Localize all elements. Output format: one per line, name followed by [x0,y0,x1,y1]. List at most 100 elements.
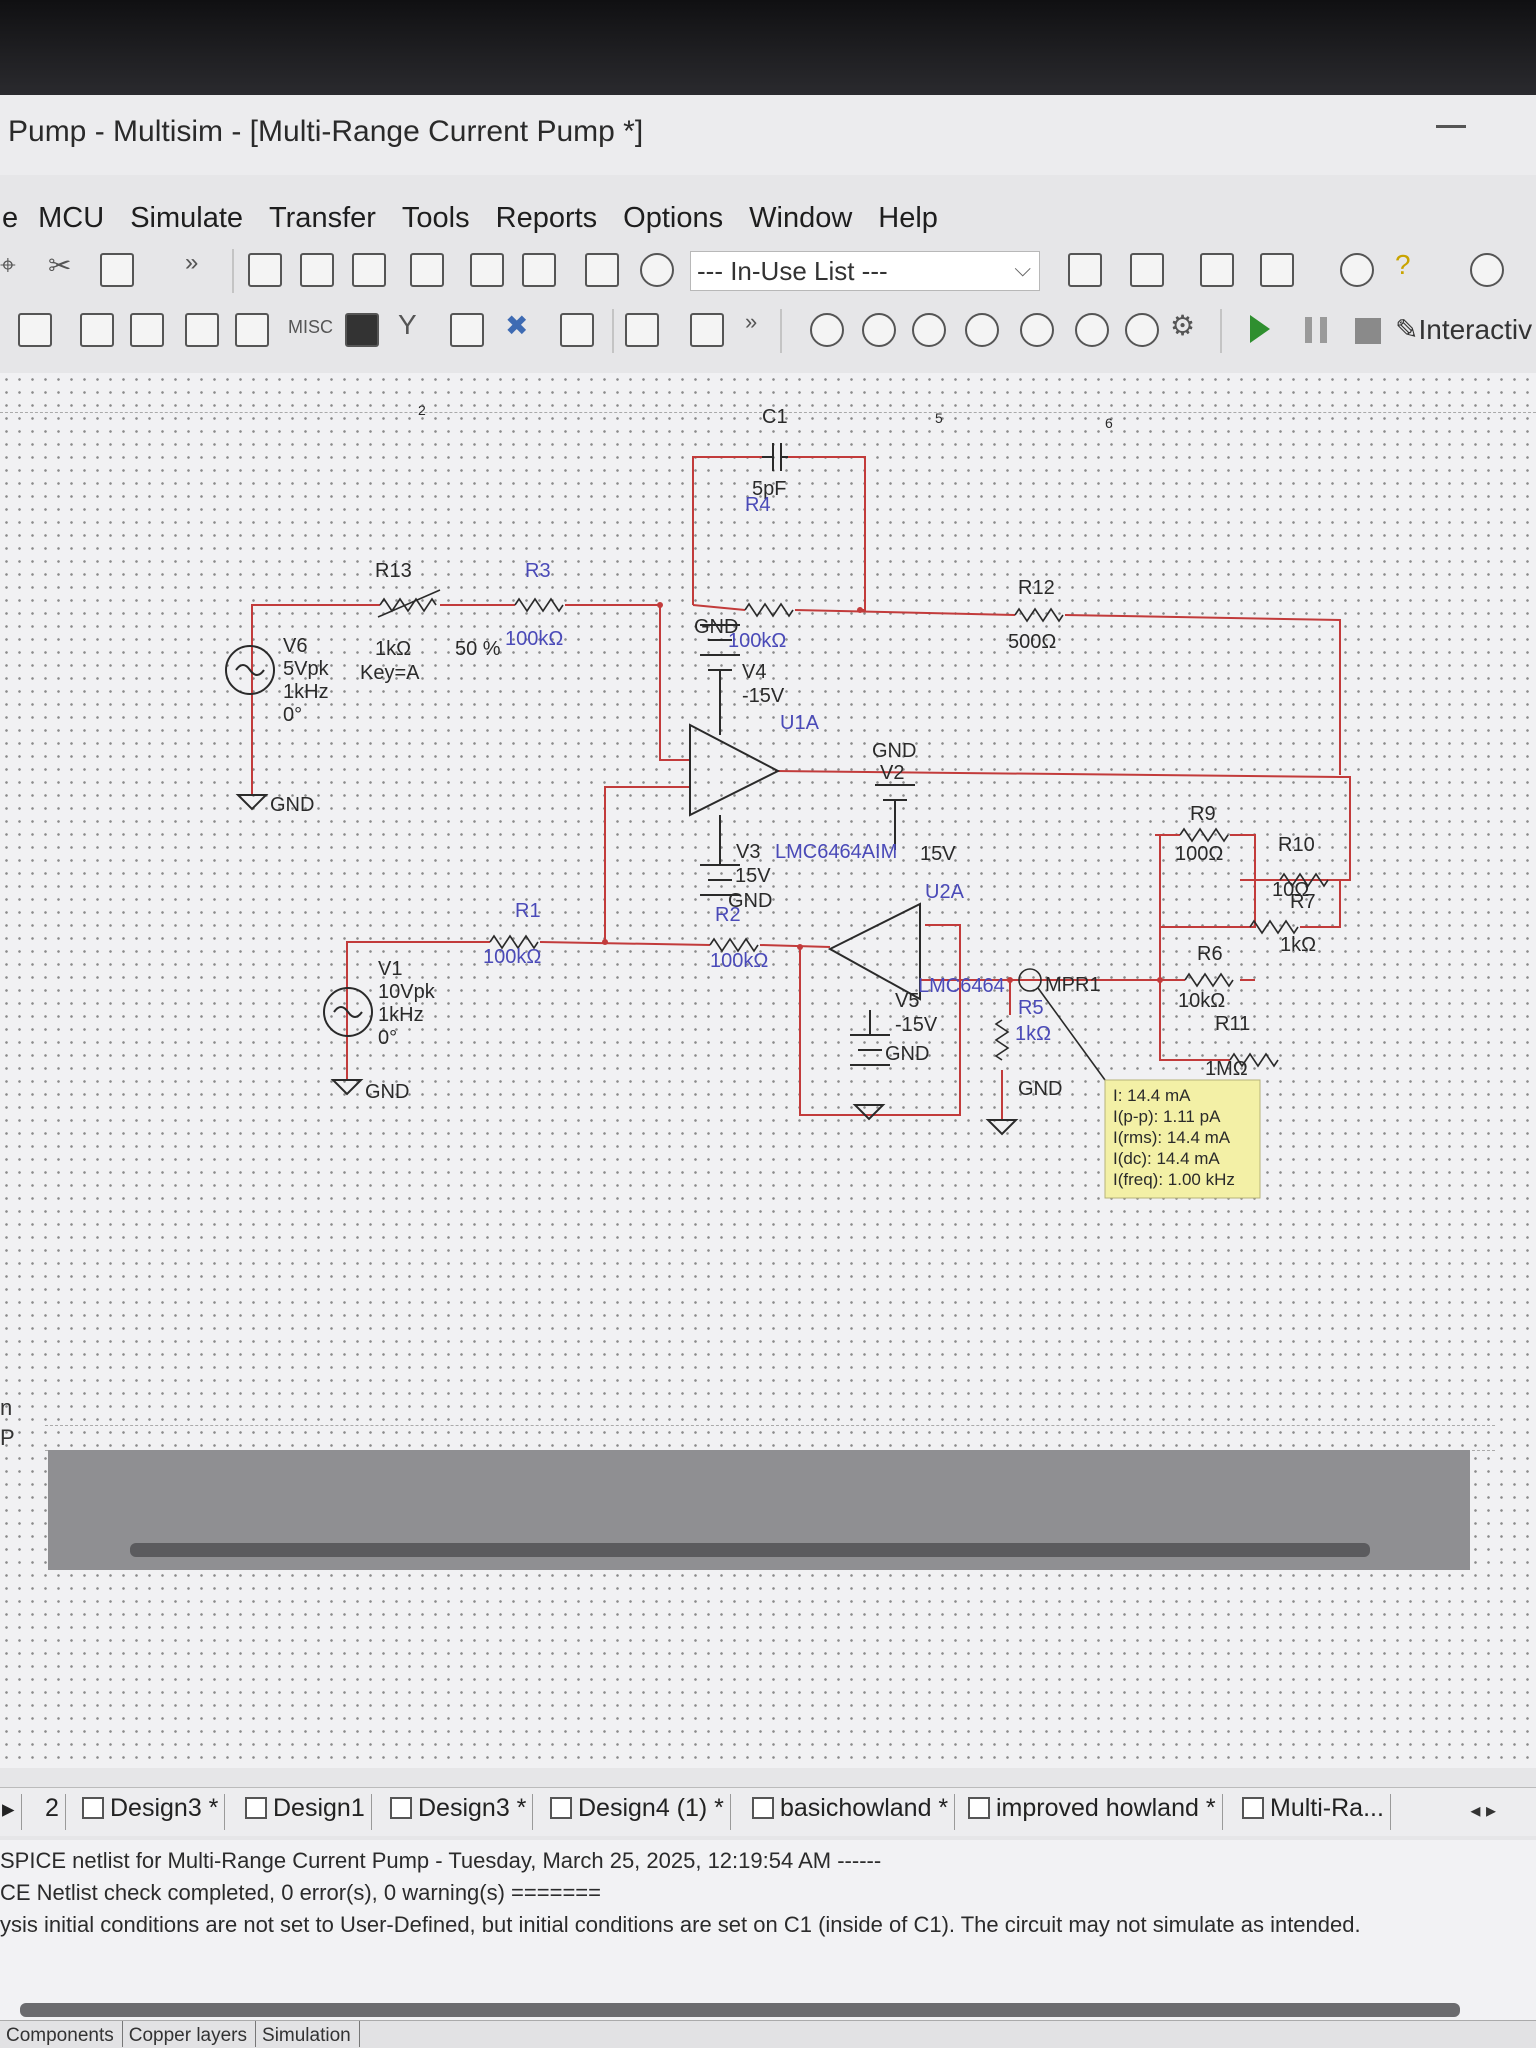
ruler-mark: 2 [418,402,426,418]
r9-symbol[interactable] [1179,827,1229,843]
tab-label: improved howland * [996,1794,1216,1822]
wire [788,456,866,611]
r3-name: R3 [525,560,551,582]
gnd-label: GND [872,740,916,762]
r7-name: R7 [1290,891,1316,913]
r6-value: 10kΩ [1178,990,1225,1012]
tab-design[interactable]: Design4 (1) * [550,1794,731,1830]
u1a-opamp[interactable] [689,723,781,817]
spreadsheet-tabs: Components Copper layers Simulation [0,2020,1536,2048]
tab-design[interactable]: basichowland * [752,1794,956,1830]
r6-name: R6 [1197,943,1223,965]
gnd-label: GND [270,794,314,816]
horizontal-scrollbar[interactable] [130,1543,1370,1557]
r13-symbol[interactable] [379,597,437,613]
wire [1240,776,1351,881]
r6-symbol[interactable] [1184,972,1234,988]
tab-design[interactable]: Design3 * [390,1794,534,1830]
mpr1-name: MPR1 [1045,974,1101,996]
tab-design[interactable]: improved howland * [968,1794,1223,1830]
r1-value: 100kΩ [483,946,541,968]
r13-percent: 50 % [455,638,501,660]
gnd-label: GND [694,616,738,638]
v1-phase: 0° [378,1027,397,1049]
u1a-name: U1A [780,712,820,734]
multisim-window: Pump - Multisim - [Multi-Range Current P… [0,95,1536,2048]
wire [794,609,1016,616]
left-edge-text: P [0,1425,15,1450]
r11-value: 1MΩ [1205,1058,1248,1080]
wire [759,944,831,948]
wire [604,786,690,941]
tab-components[interactable]: Components [0,2021,123,2047]
tab-simulation[interactable]: Simulation [256,2021,360,2047]
tab-design[interactable]: 2 [45,1794,66,1830]
tab-label: 2 [45,1794,59,1822]
r5-value: 1kΩ [1015,1023,1051,1045]
v4-value: -15V [742,685,785,707]
junction-dot [1007,977,1013,983]
c1-capacitor[interactable] [762,443,788,471]
probe-dc: I(dc): 14.4 mA [1113,1149,1220,1168]
v6-amp: 5Vpk [283,658,330,680]
r7-symbol[interactable] [1249,919,1299,935]
document-icon [245,1797,267,1819]
tab-design[interactable]: Design3 * [82,1794,226,1830]
grounds [235,794,1019,1136]
ground-icon[interactable] [985,1119,1019,1136]
u1a-part: LMC6464AIM [775,841,897,863]
v1-amp: 10Vpk [378,981,436,1003]
u2a-name: U2A [925,881,965,903]
wire [659,605,690,761]
gnd-label: GND [365,1081,409,1103]
tab-design-active[interactable]: Multi-Ra... [1242,1794,1391,1830]
v2-name: V2 [880,762,904,784]
r12-name: R12 [1018,577,1055,599]
ground-icon[interactable] [330,1079,364,1096]
output-line: SPICE netlist for Multi-Range Current Pu… [0,1848,882,1873]
wire [774,770,1341,778]
ground-icon[interactable] [235,794,269,811]
r13-key: Key=A [360,662,420,684]
tab-label: Design3 * [110,1794,219,1822]
r5-symbol[interactable] [994,1019,1010,1061]
tab-scroll-left[interactable]: ▸ [2,1794,22,1830]
r12-value: 500Ω [1008,631,1056,653]
u2a-opamp[interactable] [827,902,921,1001]
tab-nav-arrows[interactable]: ◂ ▸ [1470,1798,1496,1823]
wire [539,941,711,946]
r3-value: 100kΩ [505,628,563,650]
r13-name: R13 [375,560,412,582]
v4-name: V4 [742,661,766,683]
monitor-bezel [0,0,1536,95]
v3-value: 15V [735,865,771,887]
r12-symbol[interactable] [1014,607,1064,623]
ground-icon[interactable] [852,1104,886,1121]
ruler-mark: 6 [1105,415,1113,431]
gnd-label: GND [1018,1078,1062,1100]
junction-dot [657,602,663,608]
document-icon [1242,1797,1264,1819]
document-icon [390,1797,412,1819]
gnd-label: GND [885,1043,929,1065]
design-tabs: ▸ 2 Design3 * Design1 Design3 * Design4 … [0,1787,1536,1836]
tab-label: Design3 * [418,1794,527,1822]
tab-design[interactable]: Design1 [245,1794,372,1830]
junction-dot [1157,977,1163,983]
output-scrollbar[interactable] [20,2003,1460,2017]
r5-name: R5 [1018,997,1044,1019]
r4-symbol[interactable] [744,602,794,618]
v6-name: V6 [283,635,307,657]
tab-copper-layers[interactable]: Copper layers [123,2021,257,2047]
r1-name: R1 [515,900,541,922]
junction-dot [857,607,863,613]
sine-icon [235,664,265,676]
c1-name: C1 [762,406,788,428]
output-line: ysis initial conditions are not set to U… [0,1912,1361,1937]
v1-freq: 1kHz [378,1004,424,1026]
r3-symbol[interactable] [514,597,564,613]
r11-name: R11 [1215,1013,1250,1035]
r4-name: R4 [745,494,771,516]
junction-dot [797,944,803,950]
tab-label: basichowland * [780,1794,949,1822]
